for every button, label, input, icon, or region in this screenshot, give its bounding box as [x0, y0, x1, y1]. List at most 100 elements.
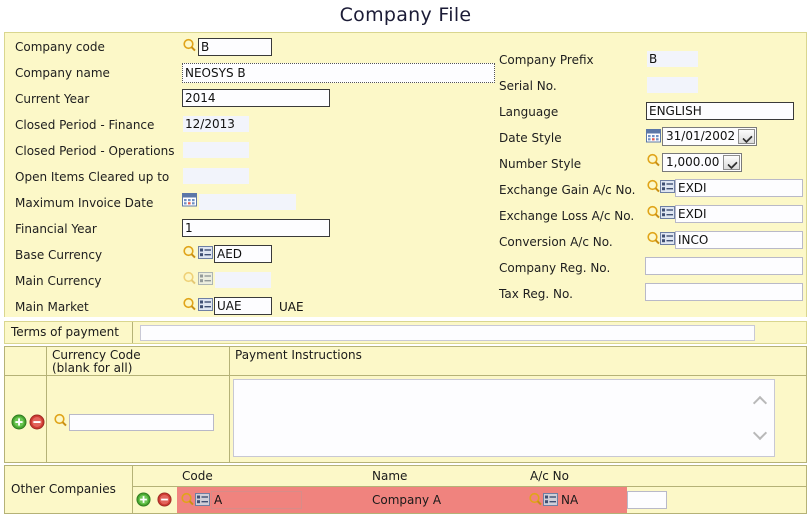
oc-row-code-input[interactable] [211, 491, 302, 509]
list-icon[interactable] [660, 206, 675, 219]
date-style-value: 31/01/2002 [666, 129, 736, 143]
currency-code-input[interactable] [69, 414, 214, 431]
label-main-currency: Main Currency [15, 274, 102, 288]
main-currency-input[interactable] [214, 271, 272, 289]
grid-header-currency-code-line2: (blank for all) [52, 361, 133, 375]
oc-row-code-cell[interactable] [177, 487, 367, 513]
grid-header-currency-code: Currency Code (blank for all) [47, 347, 230, 376]
oc-header-code: Code [177, 466, 367, 487]
grid-header-actions [5, 347, 47, 376]
label-date-style: Date Style [499, 131, 562, 145]
search-icon[interactable] [182, 38, 198, 54]
label-closed-period-operations: Closed Period - Operations [15, 144, 175, 158]
search-icon[interactable] [182, 297, 198, 313]
base-currency-input[interactable] [214, 245, 272, 263]
label-current-year: Current Year [15, 92, 90, 106]
language-input[interactable] [646, 102, 794, 120]
chevron-down-icon[interactable] [738, 129, 755, 144]
oc-header-name: Name [367, 466, 525, 487]
search-icon[interactable] [646, 153, 662, 169]
oc-row-name-cell[interactable]: Company A [367, 487, 525, 513]
oc-row-account-no-value: NA [561, 493, 579, 507]
list-icon[interactable] [195, 493, 210, 506]
calendar-icon[interactable] [646, 128, 661, 143]
grid-row-payment-instructions [230, 376, 806, 462]
label-language: Language [499, 105, 559, 119]
grid-header-payment-instructions: Payment Instructions [230, 347, 806, 376]
label-open-items-cleared: Open Items Cleared up to [15, 170, 170, 184]
oc-row-actions [133, 487, 177, 513]
label-number-style: Number Style [499, 157, 582, 171]
label-closed-period-finance: Closed Period - Finance [15, 118, 155, 132]
remove-row-button[interactable] [157, 492, 172, 507]
company-code-input[interactable] [198, 38, 272, 56]
label-company-name: Company name [15, 66, 110, 80]
label-maximum-invoice-date: Maximum Invoice Date [15, 196, 154, 210]
number-style-select[interactable]: 1,000.00 [662, 153, 742, 172]
list-icon[interactable] [198, 298, 213, 311]
company-reg-no-input[interactable] [645, 257, 803, 275]
label-terms-of-payment: Terms of payment [5, 322, 133, 343]
scroll-up-icon[interactable] [755, 398, 767, 406]
company-prefix-input[interactable] [646, 50, 699, 68]
current-year-input[interactable] [182, 89, 330, 107]
search-icon[interactable] [182, 271, 198, 287]
company-details-panel: Company code Company name Current Year C… [4, 32, 807, 317]
label-other-companies: Other Companies [5, 466, 133, 513]
label-conversion-ac: Conversion A/c No. [499, 235, 613, 249]
financial-year-input[interactable] [182, 219, 330, 237]
conversion-ac-input[interactable] [675, 231, 803, 249]
oc-header-actions [133, 466, 177, 487]
scroll-down-icon[interactable] [755, 428, 767, 436]
label-main-market: Main Market [15, 300, 89, 314]
date-style-select[interactable]: 31/01/2002 [662, 127, 757, 146]
company-name-input[interactable] [182, 63, 495, 83]
list-icon[interactable] [660, 180, 675, 193]
label-exchange-loss-ac: Exchange Loss A/c No. [499, 209, 635, 223]
chevron-down-icon[interactable] [723, 155, 740, 170]
page-title: Company File [339, 4, 472, 26]
label-serial-no: Serial No. [499, 79, 557, 93]
other-companies-section: Other Companies Code Name A/c No Company… [4, 465, 807, 514]
label-exchange-gain-ac: Exchange Gain A/c No. [499, 183, 636, 197]
list-icon[interactable] [198, 272, 213, 285]
serial-no-input[interactable] [646, 76, 699, 94]
tax-reg-no-input[interactable] [645, 283, 803, 301]
label-company-code: Company code [15, 40, 105, 54]
main-market-input[interactable] [214, 297, 272, 315]
payment-instructions-scrollbar[interactable] [749, 379, 775, 457]
grid-row-currency-code [47, 376, 230, 462]
company-file-page: Company File Company code Company name C… [0, 0, 811, 515]
remove-row-button[interactable] [29, 414, 45, 430]
label-tax-reg-no: Tax Reg. No. [499, 287, 573, 301]
maximum-invoice-date-input[interactable] [198, 193, 297, 211]
oc-row-account-cell[interactable]: NA [525, 487, 806, 513]
open-items-cleared-input[interactable] [182, 167, 250, 185]
list-icon[interactable] [198, 246, 213, 259]
exchange-gain-ac-input[interactable] [675, 179, 803, 197]
oc-header-account-no: A/c No [525, 466, 806, 487]
list-icon[interactable] [543, 493, 558, 506]
number-style-value: 1,000.00 [666, 155, 720, 169]
payment-instructions-textarea[interactable] [233, 379, 753, 457]
search-icon[interactable] [180, 492, 196, 508]
search-icon[interactable] [182, 245, 198, 261]
add-row-button[interactable] [11, 414, 27, 430]
terms-of-payment-input[interactable] [140, 325, 755, 341]
search-icon[interactable] [528, 492, 544, 508]
label-base-currency: Base Currency [15, 248, 103, 262]
oc-row-account-extra-input[interactable] [627, 491, 667, 509]
closed-period-operations-input[interactable] [182, 141, 250, 159]
search-icon[interactable] [53, 413, 69, 429]
main-market-description: UAE [279, 300, 304, 314]
exchange-loss-ac-input[interactable] [675, 205, 803, 223]
label-financial-year: Financial Year [15, 222, 97, 236]
label-company-prefix: Company Prefix [499, 53, 594, 67]
grid-row-actions [5, 376, 47, 462]
label-company-reg-no: Company Reg. No. [499, 261, 611, 275]
list-icon[interactable] [660, 232, 675, 245]
closed-period-finance-input[interactable] [182, 115, 250, 133]
calendar-icon[interactable] [182, 192, 197, 207]
payment-instructions-grid: Currency Code (blank for all) Payment In… [4, 346, 807, 463]
add-row-button[interactable] [136, 492, 151, 507]
